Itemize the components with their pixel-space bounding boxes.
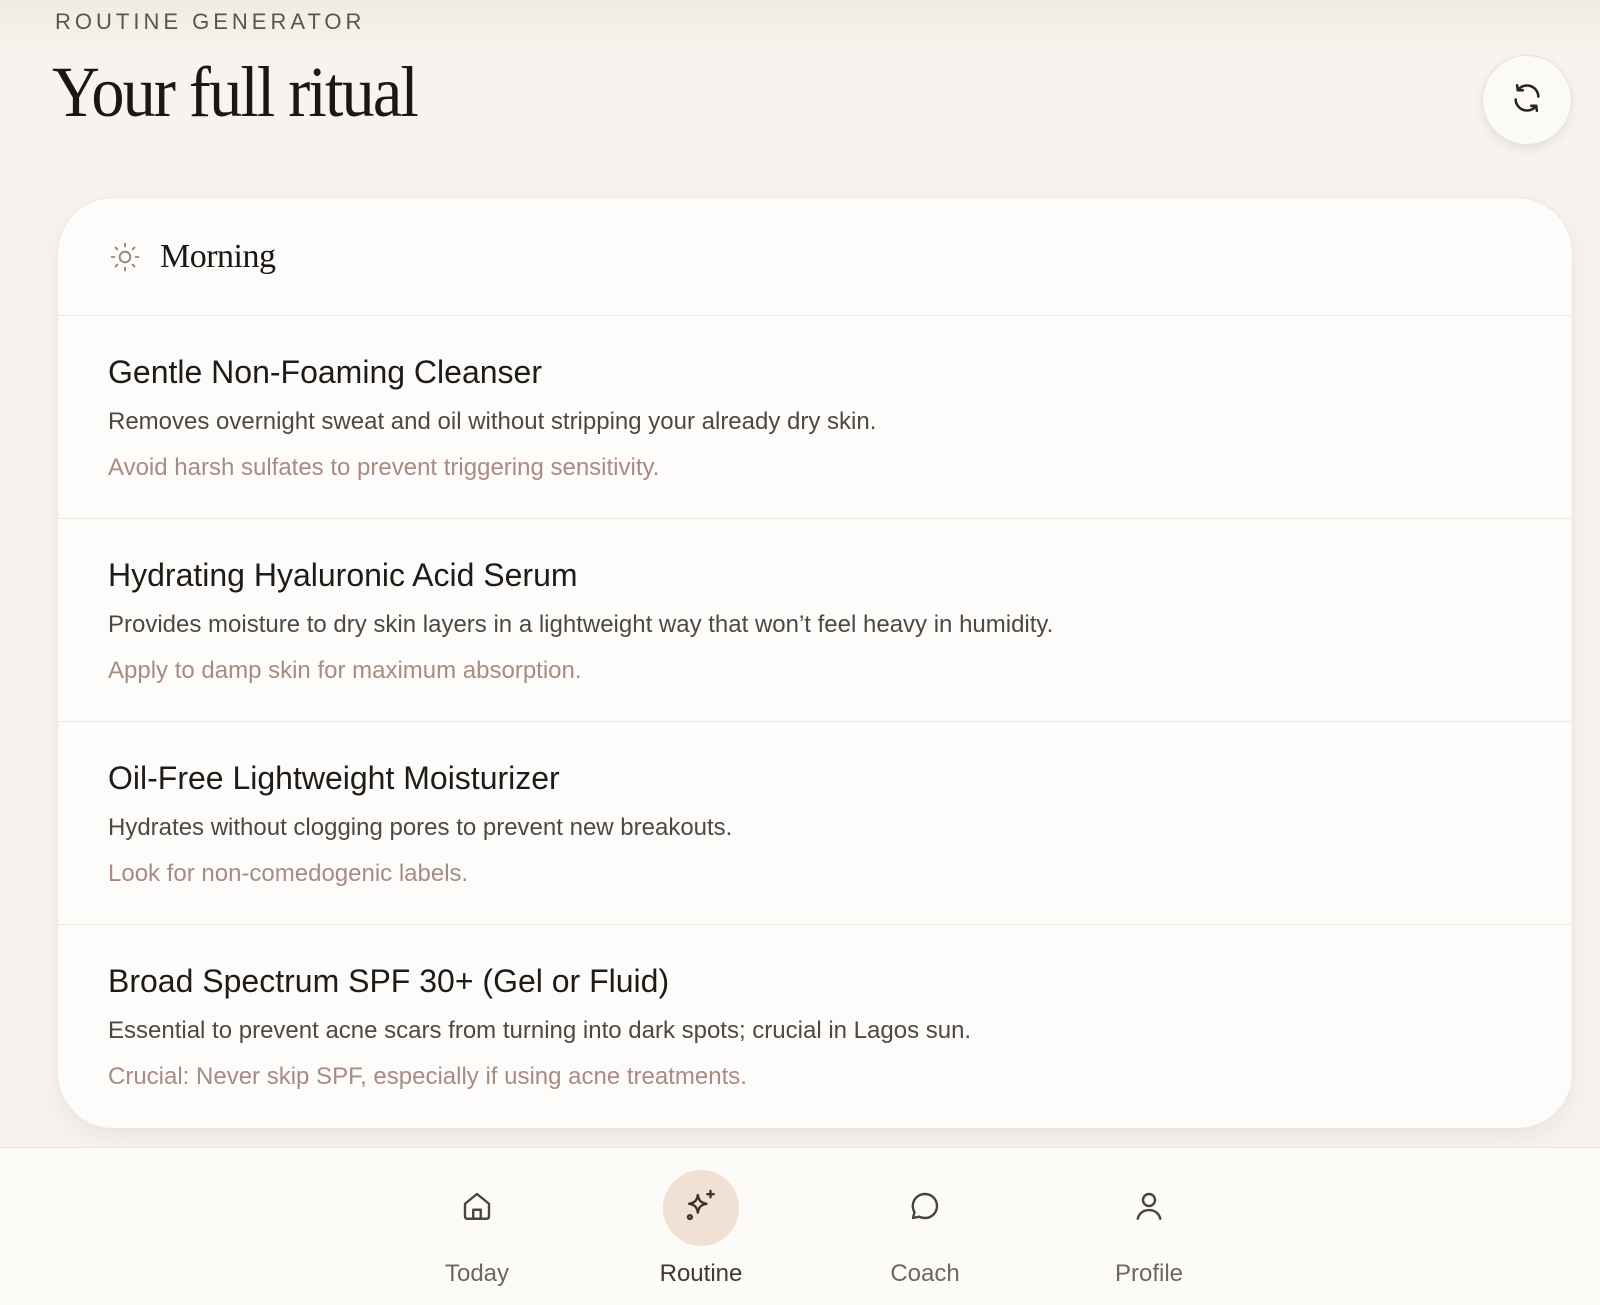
step-description: Provides moisture to dry skin layers in … [108, 611, 1054, 638]
step-tip: Crucial: Never skip SPF, especially if u… [108, 1063, 747, 1090]
nav-label: Profile [1114, 1260, 1184, 1287]
nav-label: Coach [890, 1260, 960, 1287]
routine-step[interactable]: Broad Spectrum SPF 30+ (Gel or Fluid) Es… [58, 925, 1572, 1128]
page-eyebrow: ROUTINE GENERATOR [55, 9, 366, 34]
nav-icon-wrap [887, 1170, 963, 1246]
page-title: Your full ritual [52, 52, 419, 132]
step-name: Hydrating Hyaluronic Acid Serum [108, 557, 578, 593]
user-icon [1131, 1188, 1167, 1229]
refresh-button[interactable] [1482, 55, 1572, 145]
nav-item-coach[interactable]: Coach [845, 1170, 1005, 1288]
routine-step[interactable]: Oil-Free Lightweight Moisturizer Hydrate… [58, 722, 1572, 925]
nav-label: Routine [659, 1260, 743, 1287]
nav-icon-wrap-active [663, 1170, 739, 1246]
step-description: Removes overnight sweat and oil without … [108, 408, 877, 435]
step-tip: Look for non-comedogenic labels. [108, 860, 469, 887]
home-icon [459, 1188, 495, 1229]
sparkle-icon [682, 1187, 720, 1230]
nav-icon-wrap [1111, 1170, 1187, 1246]
routine-card: Morning Gentle Non-Foaming Cleanser Remo… [57, 197, 1573, 1129]
step-tip: Avoid harsh sulfates to prevent triggeri… [108, 454, 660, 481]
step-name: Gentle Non-Foaming Cleanser [108, 354, 542, 390]
step-description: Essential to prevent acne scars from tur… [108, 1017, 972, 1044]
step-description: Hydrates without clogging pores to preve… [108, 814, 733, 841]
step-name: Oil-Free Lightweight Moisturizer [108, 760, 560, 796]
section-header: Morning [58, 198, 1572, 316]
nav-item-routine[interactable]: Routine [621, 1170, 781, 1288]
bottom-nav: Today Routine Coach Profile [0, 1147, 1600, 1305]
chat-bubble-icon [907, 1188, 943, 1229]
step-tip: Apply to damp skin for maximum absorptio… [108, 657, 582, 684]
routine-step[interactable]: Hydrating Hyaluronic Acid Serum Provides… [58, 519, 1572, 722]
routine-step[interactable]: Gentle Non-Foaming Cleanser Removes over… [58, 316, 1572, 519]
refresh-icon [1510, 81, 1544, 120]
step-name: Broad Spectrum SPF 30+ (Gel or Fluid) [108, 963, 670, 999]
nav-icon-wrap [439, 1170, 515, 1246]
section-title: Morning [160, 237, 276, 275]
nav-item-profile[interactable]: Profile [1069, 1170, 1229, 1288]
nav-item-today[interactable]: Today [397, 1170, 557, 1288]
nav-label: Today [444, 1260, 510, 1287]
sun-icon [108, 240, 142, 274]
